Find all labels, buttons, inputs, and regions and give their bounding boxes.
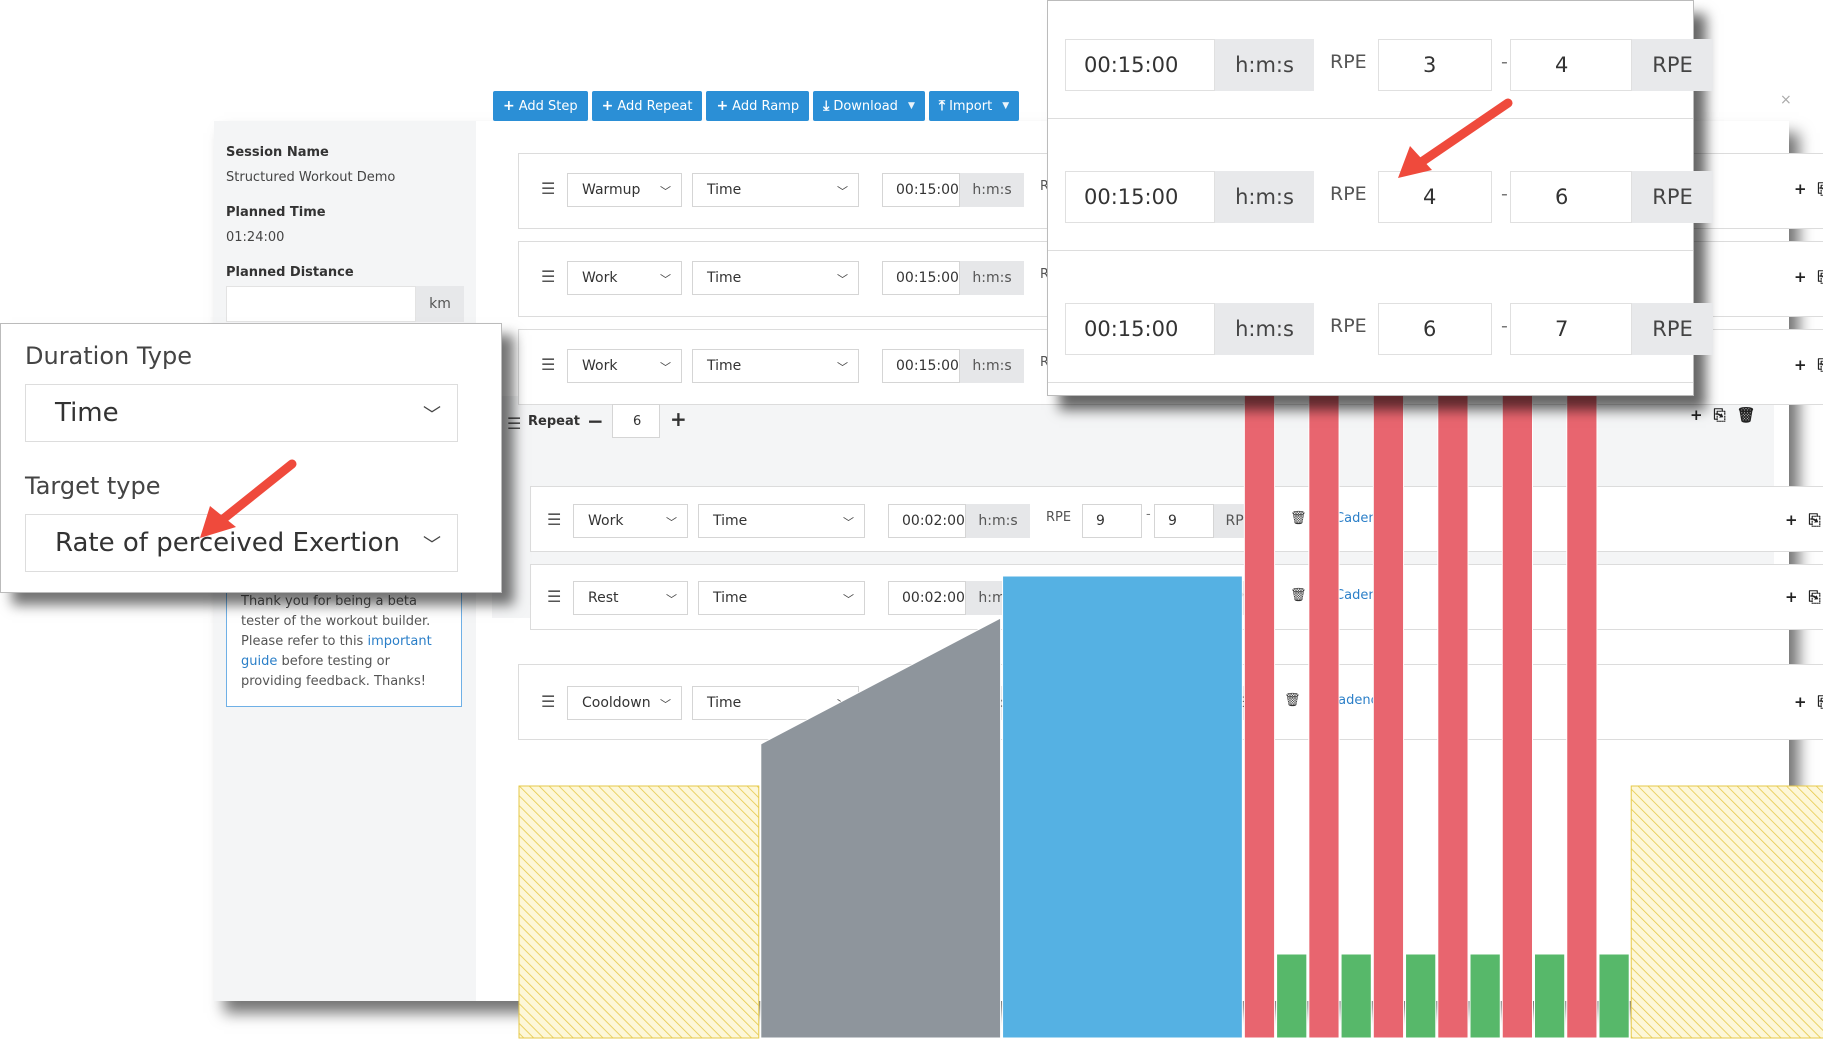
arrow-icon [1398,98,1513,178]
annotation-arrows [200,98,1513,538]
arrow-icon [200,459,297,538]
